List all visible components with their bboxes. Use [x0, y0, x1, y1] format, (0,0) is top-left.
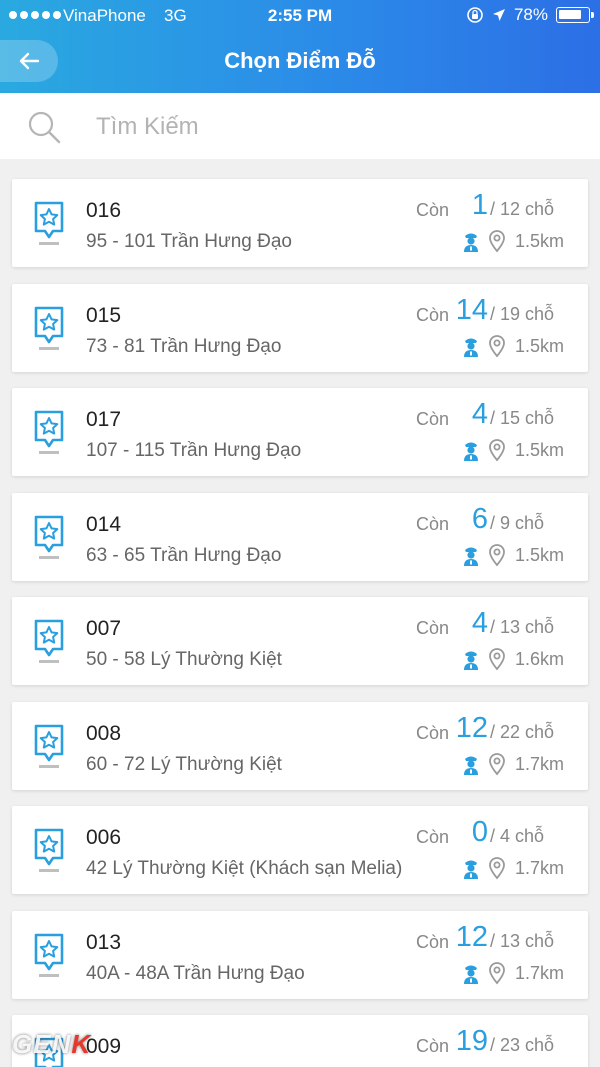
total-slots: / 22 chỗ — [490, 721, 555, 742]
parking-spot-item[interactable]: 009 Còn 19 / 23 chỗ — [12, 1015, 588, 1067]
security-guard-icon — [464, 233, 478, 252]
spot-address: 60 - 72 Lý Thường Kiệt — [86, 753, 282, 775]
location-pin-icon — [489, 334, 505, 357]
spot-code: 015 — [86, 303, 122, 327]
remaining-label: Còn — [416, 200, 450, 220]
status-bar: VinaPhone 3G 2:55 PM 78% — [0, 0, 600, 32]
security-guard-icon — [464, 965, 478, 984]
total-slots: / 13 chỗ — [490, 617, 555, 637]
search-icon — [28, 111, 61, 144]
spot-address: 95 - 101 Trần Hưng Đạo — [86, 231, 293, 252]
location-pin-icon — [489, 648, 505, 671]
remaining-label: Còn — [416, 513, 450, 534]
location-pin-icon — [489, 752, 505, 775]
battery-percent: 78% — [513, 5, 548, 24]
location-pin-icon — [489, 961, 505, 984]
security-guard-icon — [464, 860, 478, 879]
total-slots: / 19 chỗ — [490, 303, 555, 324]
spot-address: 40A - 48A Trần Hưng Đạo — [86, 962, 305, 984]
spot-code: 008 — [86, 721, 122, 745]
remaining-label: Còn — [416, 722, 450, 743]
spot-code: 013 — [86, 930, 122, 954]
location-pin-icon — [489, 543, 505, 566]
parking-pin-icon — [34, 724, 64, 768]
search-bar — [0, 93, 600, 159]
remaining-label: Còn — [416, 618, 450, 638]
location-services-icon — [492, 9, 505, 21]
available-count: 19 — [455, 1025, 488, 1057]
security-guard-icon — [464, 651, 478, 670]
available-count: 12 — [455, 920, 488, 953]
watermark-logo: GENK — [12, 1029, 91, 1060]
distance: 1.5km — [515, 335, 565, 356]
parking-spot-item[interactable]: 017 107 - 115 Trần Hưng Đạo Còn 4 / 15 c… — [12, 388, 588, 476]
total-slots: / 9 chỗ — [490, 512, 545, 533]
distance: 1.7km — [515, 858, 565, 878]
parking-spot-list: 016 95 - 101 Trần Hưng Đạo Còn 1 / 12 ch… — [12, 179, 588, 1067]
spot-address: 107 - 115 Trần Hưng Đạo — [86, 440, 302, 461]
spot-code: 006 — [86, 826, 122, 849]
parking-pin-icon — [34, 933, 64, 977]
total-slots: / 12 chỗ — [490, 199, 555, 219]
parking-spot-item[interactable]: 013 40A - 48A Trần Hưng Đạo Còn 12 / 13 … — [12, 910, 588, 999]
spot-address: 63 - 65 Trần Hưng Đạo — [86, 544, 282, 566]
parking-spot-item[interactable]: 006 42 Lý Thường Kiệt (Khách sạn Melia) … — [12, 806, 588, 894]
available-count: 1 — [471, 189, 488, 221]
parking-pin-icon — [34, 515, 64, 559]
spot-address: 73 - 81 Trần Hưng Đạo — [86, 335, 282, 357]
battery-icon — [556, 7, 594, 23]
parking-spot-item[interactable]: 015 73 - 81 Trần Hưng Đạo Còn 14 / 19 ch… — [12, 283, 588, 372]
remaining-label: Còn — [416, 931, 450, 952]
total-slots: / 15 chỗ — [490, 408, 555, 428]
security-guard-icon — [464, 756, 478, 775]
spot-code: 009 — [86, 1035, 122, 1058]
page-title: Chọn Điểm Đỗ — [224, 48, 376, 73]
distance: 1.5km — [515, 231, 565, 251]
total-slots: / 23 chỗ — [490, 1035, 555, 1055]
distance: 1.7km — [515, 753, 565, 774]
available-count: 0 — [471, 816, 488, 848]
spot-code: 014 — [86, 512, 122, 536]
available-count: 4 — [471, 607, 488, 639]
parking-pin-icon — [34, 410, 64, 454]
distance: 1.5km — [515, 440, 565, 460]
search-input[interactable] — [96, 107, 566, 147]
remaining-label: Còn — [416, 409, 450, 429]
parking-pin-icon — [34, 828, 64, 872]
parking-pin-icon — [34, 306, 64, 350]
parking-pin-icon — [34, 619, 64, 663]
parking-spot-item[interactable]: 008 60 - 72 Lý Thường Kiệt Còn 12 / 22 c… — [12, 701, 588, 790]
spot-code: 007 — [86, 617, 122, 640]
distance: 1.6km — [515, 649, 565, 669]
parking-pin-icon — [34, 201, 64, 245]
distance: 1.5km — [515, 544, 565, 565]
spot-address: 50 - 58 Lý Thường Kiệt — [86, 649, 282, 670]
location-pin-icon — [489, 439, 505, 462]
security-guard-icon — [464, 442, 478, 461]
available-count: 12 — [455, 711, 488, 744]
rotation-lock-icon — [467, 7, 483, 23]
remaining-label: Còn — [416, 1036, 450, 1056]
app-header: VinaPhone 3G 2:55 PM 78% Chọn Điểm Đỗ — [0, 0, 600, 93]
remaining-label: Còn — [416, 304, 450, 325]
security-guard-icon — [464, 338, 478, 357]
location-pin-icon — [489, 857, 505, 880]
watermark-text: GEN — [12, 1029, 72, 1059]
location-pin-icon — [489, 230, 505, 253]
spot-code: 016 — [86, 199, 122, 222]
security-guard-icon — [464, 547, 478, 566]
remaining-label: Còn — [416, 827, 450, 847]
parking-spot-item[interactable]: 016 95 - 101 Trần Hưng Đạo Còn 1 / 12 ch… — [12, 179, 588, 267]
spot-code: 017 — [86, 408, 122, 431]
available-count: 6 — [471, 502, 488, 535]
total-slots: / 4 chỗ — [490, 826, 545, 846]
watermark-accent: K — [71, 1029, 92, 1059]
spot-address: 42 Lý Thường Kiệt (Khách sạn Melia) — [86, 858, 403, 879]
total-slots: / 13 chỗ — [490, 930, 555, 951]
parking-spot-item[interactable]: 007 50 - 58 Lý Thường Kiệt Còn 4 / 13 ch… — [12, 597, 588, 685]
available-count: 4 — [471, 398, 488, 430]
available-count: 14 — [455, 293, 488, 326]
distance: 1.7km — [515, 962, 565, 983]
parking-spot-item[interactable]: 014 63 - 65 Trần Hưng Đạo Còn 6 / 9 chỗ … — [12, 492, 588, 581]
